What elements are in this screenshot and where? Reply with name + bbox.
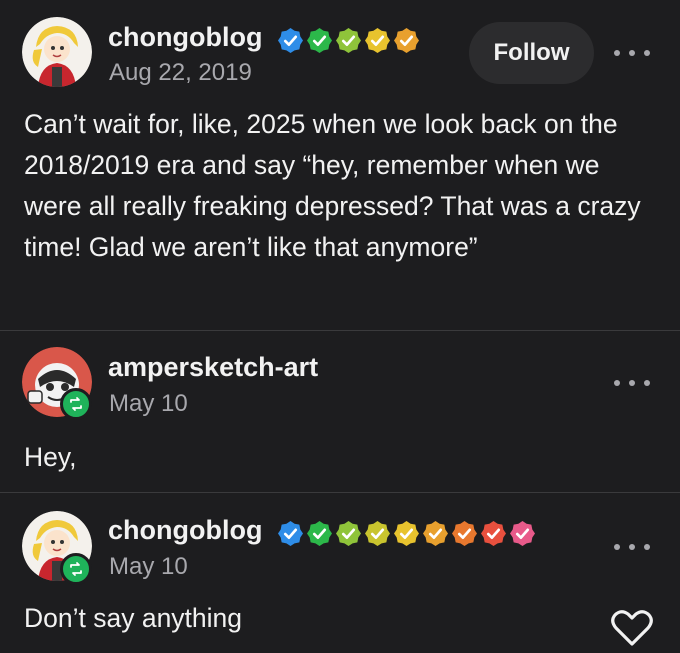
reblog-icon (70, 562, 82, 576)
checkmark-badge-icon (365, 521, 390, 546)
reblog-badge (60, 553, 92, 585)
post-body-text: Don’t say anything (24, 603, 243, 633)
checkmark-badge-icon (336, 521, 361, 546)
reblog-badge (60, 388, 92, 420)
follow-button[interactable]: Follow (469, 22, 594, 84)
checkmark-badge-icon (278, 521, 303, 546)
more-options-button[interactable] (614, 375, 650, 391)
checkmark-badge-icon (278, 28, 303, 53)
post-username[interactable]: chongoblog (108, 515, 262, 546)
avatar[interactable] (22, 17, 92, 87)
checkmark-badge-icon (307, 521, 332, 546)
heart-icon[interactable] (610, 607, 654, 647)
original-post: chongoblog Aug 22, 2019 Follow Can’t wai… (0, 0, 680, 330)
checkmark-badge-icon (510, 521, 535, 546)
checkmark-badge-icon (423, 521, 448, 546)
more-options-button[interactable] (614, 539, 650, 555)
reblog-entry: ampersketch-art May 10 Hey, (0, 331, 680, 491)
avatar-image-icon (22, 17, 92, 87)
checkmark-badge-icon (394, 28, 419, 53)
more-horizontal-icon (614, 380, 620, 386)
post-date[interactable]: May 10 (109, 553, 188, 581)
post-username[interactable]: ampersketch-art (108, 352, 318, 383)
verified-badges (278, 28, 419, 53)
more-horizontal-icon (614, 50, 620, 56)
checkmark-badge-icon (394, 521, 419, 546)
checkmark-badge-icon (336, 28, 361, 53)
post-body-text: Hey, (24, 442, 77, 472)
post-username[interactable]: chongoblog (108, 22, 262, 53)
reblog-icon (70, 397, 82, 411)
post-date[interactable]: Aug 22, 2019 (109, 59, 252, 87)
post-date[interactable]: May 10 (109, 390, 188, 418)
more-horizontal-icon (614, 544, 620, 550)
checkmark-badge-icon (365, 28, 390, 53)
checkmark-badge-icon (452, 521, 477, 546)
checkmark-badge-icon (307, 28, 332, 53)
reblog-entry: chongoblog May 10 Don’t say anything (0, 493, 680, 653)
checkmark-badge-icon (481, 521, 506, 546)
more-options-button[interactable] (614, 45, 650, 61)
post-body-text: Can’t wait for, like, 2025 when we look … (24, 109, 641, 262)
verified-badges (278, 521, 535, 546)
